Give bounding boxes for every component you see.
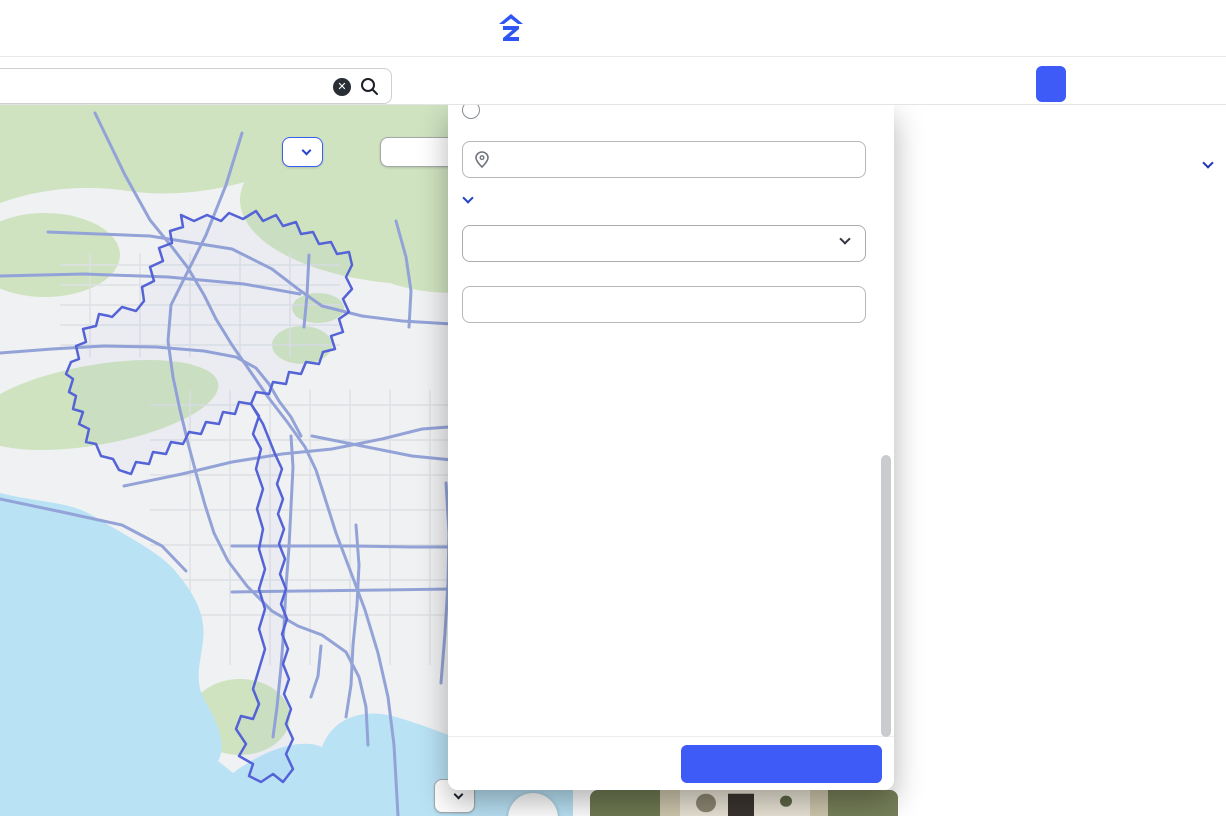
partial-listing-photo[interactable] [590,790,898,816]
panel-scrollbar-thumb[interactable] [881,455,891,737]
search-filter-bar: ✕ [0,57,1226,105]
search-input[interactable] [3,69,323,103]
sort-dropdown[interactable] [1195,163,1212,167]
only-show-radio[interactable] [462,105,480,119]
chevron-down-icon [1202,157,1213,168]
commute-address-input[interactable] [462,141,866,178]
show-commute-filters-link[interactable] [462,194,894,202]
filters-scroll-area[interactable] [448,105,894,736]
top-navigation [0,0,1226,57]
save-search-button[interactable] [1036,66,1066,102]
zillow-logo[interactable] [498,12,527,44]
commute-address-wrap [462,141,866,178]
schools-button[interactable] [282,137,323,167]
search-box: ✕ [0,68,392,104]
more-filters-panel [448,105,894,790]
keywords-input[interactable] [462,286,866,323]
location-pin-icon [475,151,489,173]
sold-in-last-select[interactable] [462,225,866,262]
chevron-down-icon [462,192,473,203]
apply-button[interactable] [681,745,882,783]
chevron-down-icon [302,145,312,155]
clear-search-icon[interactable]: ✕ [333,78,351,96]
chevron-down-icon [839,233,850,244]
zillow-house-icon [498,14,524,42]
chevron-down-icon [454,789,464,799]
search-icon[interactable] [360,77,379,101]
only-show-option[interactable] [462,105,894,120]
filters-footer [448,736,894,790]
